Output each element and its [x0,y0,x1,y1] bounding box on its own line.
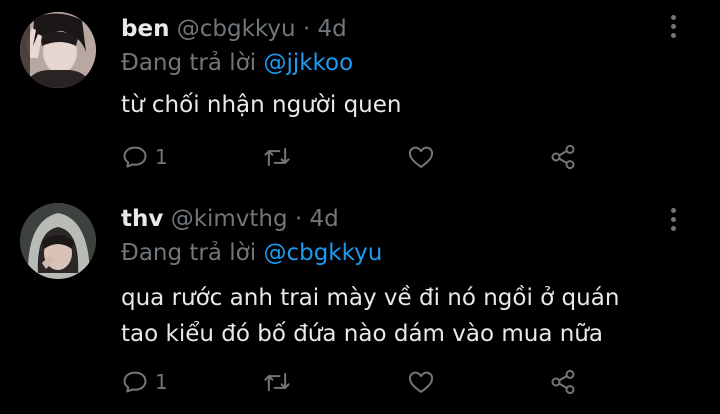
tweet-text: từ chối nhận người quen [121,87,401,123]
tweet-header: ben @cbgkkyu · 4d [121,14,347,44]
action-bar: 1 [121,141,591,173]
tweet[interactable]: thv @kimvthg · 4d Đang trả lời @cbgkkyu … [0,200,720,414]
mention-link[interactable]: @jjkkoo [263,50,353,76]
timestamp[interactable]: 4d [310,206,339,232]
tweet-text-line: qua rước anh trai mày về đi nó ngồi ở qu… [121,285,620,311]
avatar[interactable] [20,12,96,88]
tweet-header: thv @kimvthg · 4d [121,204,339,234]
retweet-icon [264,372,290,392]
reply-count: 1 [155,145,168,169]
mention-link[interactable]: @cbgkkyu [263,240,382,266]
like-button[interactable] [407,141,435,173]
user-handle[interactable]: @cbgkkyu [177,16,296,42]
replying-to: Đang trả lời @cbgkkyu [121,238,382,268]
replying-to-label: Đang trả lời [121,240,257,266]
separator: · [302,16,311,42]
more-vertical-icon[interactable] [663,15,683,42]
replying-to: Đang trả lời @jjkkoo [121,48,353,78]
retweet-icon [264,147,290,167]
timestamp[interactable]: 4d [318,16,347,42]
comment-icon [123,371,147,393]
share-button[interactable] [549,141,577,173]
retweet-button[interactable] [263,366,291,398]
share-icon [551,369,575,395]
retweet-button[interactable] [263,141,291,173]
avatar[interactable] [20,203,96,279]
tweet[interactable]: ben @cbgkkyu · 4d Đang trả lời @jjkkoo t… [0,0,720,200]
action-bar: 1 [121,366,591,398]
display-name[interactable]: ben [121,16,169,42]
reply-button[interactable]: 1 [121,366,168,398]
tweet-text: qua rước anh trai mày về đi nó ngồi ở qu… [121,280,619,352]
comment-icon [123,146,147,168]
separator: · [294,206,303,232]
share-button[interactable] [549,366,577,398]
heart-icon [408,371,434,393]
display-name[interactable]: thv [121,206,163,232]
reply-button[interactable]: 1 [121,141,168,173]
replying-to-label: Đang trả lời [121,50,257,76]
share-icon [551,144,575,170]
user-handle[interactable]: @kimvthg [171,206,288,232]
reply-count: 1 [155,370,168,394]
heart-icon [408,146,434,168]
tweet-text-line: tao kiểu đó bố đứa nào dám vào mua nữa [121,321,603,347]
like-button[interactable] [407,366,435,398]
tweet-text-line: từ chối nhận người quen [121,92,402,118]
more-vertical-icon[interactable] [663,208,683,235]
